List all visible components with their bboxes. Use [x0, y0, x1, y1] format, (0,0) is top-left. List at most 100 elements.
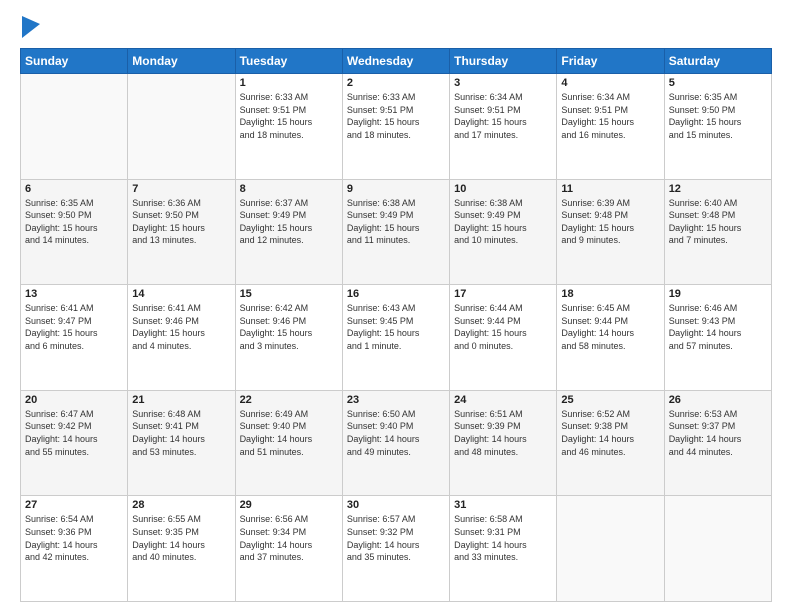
day-detail: Sunrise: 6:48 AM Sunset: 9:41 PM Dayligh…	[132, 408, 230, 458]
day-number: 26	[669, 394, 767, 406]
day-detail: Sunrise: 6:55 AM Sunset: 9:35 PM Dayligh…	[132, 513, 230, 563]
logo	[20, 18, 40, 38]
day-number: 28	[132, 499, 230, 511]
day-detail: Sunrise: 6:43 AM Sunset: 9:45 PM Dayligh…	[347, 302, 445, 352]
calendar-day: 18Sunrise: 6:45 AM Sunset: 9:44 PM Dayli…	[557, 285, 664, 391]
page: SundayMondayTuesdayWednesdayThursdayFrid…	[0, 0, 792, 612]
calendar-day: 3 Sunrise: 6:34 AM Sunset: 9:51 PM Daylig…	[450, 74, 557, 180]
calendar-day: 5Sunrise: 6:35 AM Sunset: 9:50 PM Daylig…	[664, 74, 771, 180]
calendar-day: 28 Sunrise: 6:55 AM Sunset: 9:35 PM Dayli…	[128, 496, 235, 602]
day-number: 9	[347, 183, 445, 195]
day-number: 24	[454, 394, 552, 406]
calendar-day	[664, 496, 771, 602]
day-detail: Sunrise: 6:46 AM Sunset: 9:43 PM Dayligh…	[669, 302, 767, 352]
calendar-day: 14 Sunrise: 6:41 AM Sunset: 9:46 PM Dayli…	[128, 285, 235, 391]
day-detail: Sunrise: 6:34 AM Sunset: 9:51 PM Dayligh…	[454, 91, 552, 141]
day-detail: Sunrise: 6:38 AM Sunset: 9:49 PM Dayligh…	[347, 197, 445, 247]
weekday-header: Thursday	[450, 49, 557, 74]
day-number: 14	[132, 288, 230, 300]
weekday-header: Saturday	[664, 49, 771, 74]
calendar-day: 16 Sunrise: 6:43 AM Sunset: 9:45 PM Dayli…	[342, 285, 449, 391]
calendar-day	[128, 74, 235, 180]
calendar-day: 8 Sunrise: 6:37 AM Sunset: 9:49 PM Daylig…	[235, 179, 342, 285]
day-number: 21	[132, 394, 230, 406]
day-number: 7	[132, 183, 230, 195]
calendar-day: 25 Sunrise: 6:52 AM Sunset: 9:38 PM Dayli…	[557, 390, 664, 496]
calendar-day: 21 Sunrise: 6:48 AM Sunset: 9:41 PM Dayli…	[128, 390, 235, 496]
day-number: 15	[240, 288, 338, 300]
day-detail: Sunrise: 6:51 AM Sunset: 9:39 PM Dayligh…	[454, 408, 552, 458]
calendar-day: 27 Sunrise: 6:54 AM Sunset: 9:36 PM Dayli…	[21, 496, 128, 602]
day-detail: Sunrise: 6:52 AM Sunset: 9:38 PM Dayligh…	[561, 408, 659, 458]
day-number: 31	[454, 499, 552, 511]
day-detail: Sunrise: 6:57 AM Sunset: 9:32 PM Dayligh…	[347, 513, 445, 563]
day-number: 29	[240, 499, 338, 511]
day-number: 2	[347, 77, 445, 89]
header	[20, 18, 772, 38]
day-detail: Sunrise: 6:33 AM Sunset: 9:51 PM Dayligh…	[240, 91, 338, 141]
weekday-header: Tuesday	[235, 49, 342, 74]
day-number: 23	[347, 394, 445, 406]
day-detail: Sunrise: 6:58 AM Sunset: 9:31 PM Dayligh…	[454, 513, 552, 563]
calendar-day: 10Sunrise: 6:38 AM Sunset: 9:49 PM Dayli…	[450, 179, 557, 285]
calendar-day: 23Sunrise: 6:50 AM Sunset: 9:40 PM Dayli…	[342, 390, 449, 496]
day-number: 4	[561, 77, 659, 89]
day-detail: Sunrise: 6:33 AM Sunset: 9:51 PM Dayligh…	[347, 91, 445, 141]
day-number: 11	[561, 183, 659, 195]
day-detail: Sunrise: 6:54 AM Sunset: 9:36 PM Dayligh…	[25, 513, 123, 563]
day-detail: Sunrise: 6:56 AM Sunset: 9:34 PM Dayligh…	[240, 513, 338, 563]
day-detail: Sunrise: 6:49 AM Sunset: 9:40 PM Dayligh…	[240, 408, 338, 458]
calendar-week-row: 1 Sunrise: 6:33 AM Sunset: 9:51 PM Daylig…	[21, 74, 772, 180]
day-detail: Sunrise: 6:47 AM Sunset: 9:42 PM Dayligh…	[25, 408, 123, 458]
calendar-day	[21, 74, 128, 180]
calendar-day: 13 Sunrise: 6:41 AM Sunset: 9:47 PM Dayli…	[21, 285, 128, 391]
day-detail: Sunrise: 6:40 AM Sunset: 9:48 PM Dayligh…	[669, 197, 767, 247]
calendar-day: 26Sunrise: 6:53 AM Sunset: 9:37 PM Dayli…	[664, 390, 771, 496]
day-detail: Sunrise: 6:35 AM Sunset: 9:50 PM Dayligh…	[669, 91, 767, 141]
calendar-day: 29 Sunrise: 6:56 AM Sunset: 9:34 PM Dayli…	[235, 496, 342, 602]
day-number: 27	[25, 499, 123, 511]
calendar-day: 19 Sunrise: 6:46 AM Sunset: 9:43 PM Dayli…	[664, 285, 771, 391]
calendar-day: 20 Sunrise: 6:47 AM Sunset: 9:42 PM Dayli…	[21, 390, 128, 496]
day-number: 1	[240, 77, 338, 89]
calendar-day: 24 Sunrise: 6:51 AM Sunset: 9:39 PM Dayli…	[450, 390, 557, 496]
day-number: 17	[454, 288, 552, 300]
day-number: 16	[347, 288, 445, 300]
day-number: 18	[561, 288, 659, 300]
day-detail: Sunrise: 6:34 AM Sunset: 9:51 PM Dayligh…	[561, 91, 659, 141]
day-number: 12	[669, 183, 767, 195]
calendar-table: SundayMondayTuesdayWednesdayThursdayFrid…	[20, 48, 772, 602]
day-detail: Sunrise: 6:42 AM Sunset: 9:46 PM Dayligh…	[240, 302, 338, 352]
day-number: 10	[454, 183, 552, 195]
day-number: 3	[454, 77, 552, 89]
day-detail: Sunrise: 6:44 AM Sunset: 9:44 PM Dayligh…	[454, 302, 552, 352]
weekday-header-row: SundayMondayTuesdayWednesdayThursdayFrid…	[21, 49, 772, 74]
day-detail: Sunrise: 6:41 AM Sunset: 9:47 PM Dayligh…	[25, 302, 123, 352]
calendar-day: 15 Sunrise: 6:42 AM Sunset: 9:46 PM Dayli…	[235, 285, 342, 391]
day-number: 13	[25, 288, 123, 300]
calendar-day: 9 Sunrise: 6:38 AM Sunset: 9:49 PM Daylig…	[342, 179, 449, 285]
weekday-header: Sunday	[21, 49, 128, 74]
calendar-week-row: 20 Sunrise: 6:47 AM Sunset: 9:42 PM Dayli…	[21, 390, 772, 496]
day-number: 8	[240, 183, 338, 195]
calendar-day	[557, 496, 664, 602]
day-detail: Sunrise: 6:39 AM Sunset: 9:48 PM Dayligh…	[561, 197, 659, 247]
calendar-day: 12 Sunrise: 6:40 AM Sunset: 9:48 PM Dayli…	[664, 179, 771, 285]
calendar-week-row: 6Sunrise: 6:35 AM Sunset: 9:50 PM Daylig…	[21, 179, 772, 285]
calendar-day: 2 Sunrise: 6:33 AM Sunset: 9:51 PM Daylig…	[342, 74, 449, 180]
calendar-day: 22 Sunrise: 6:49 AM Sunset: 9:40 PM Dayli…	[235, 390, 342, 496]
day-number: 30	[347, 499, 445, 511]
day-detail: Sunrise: 6:37 AM Sunset: 9:49 PM Dayligh…	[240, 197, 338, 247]
logo-icon	[22, 16, 40, 38]
calendar-week-row: 13 Sunrise: 6:41 AM Sunset: 9:47 PM Dayli…	[21, 285, 772, 391]
calendar-day: 7Sunrise: 6:36 AM Sunset: 9:50 PM Daylig…	[128, 179, 235, 285]
calendar-day: 31 Sunrise: 6:58 AM Sunset: 9:31 PM Dayli…	[450, 496, 557, 602]
day-number: 20	[25, 394, 123, 406]
day-number: 25	[561, 394, 659, 406]
weekday-header: Monday	[128, 49, 235, 74]
day-number: 19	[669, 288, 767, 300]
day-detail: Sunrise: 6:35 AM Sunset: 9:50 PM Dayligh…	[25, 197, 123, 247]
day-number: 22	[240, 394, 338, 406]
weekday-header: Wednesday	[342, 49, 449, 74]
day-detail: Sunrise: 6:41 AM Sunset: 9:46 PM Dayligh…	[132, 302, 230, 352]
